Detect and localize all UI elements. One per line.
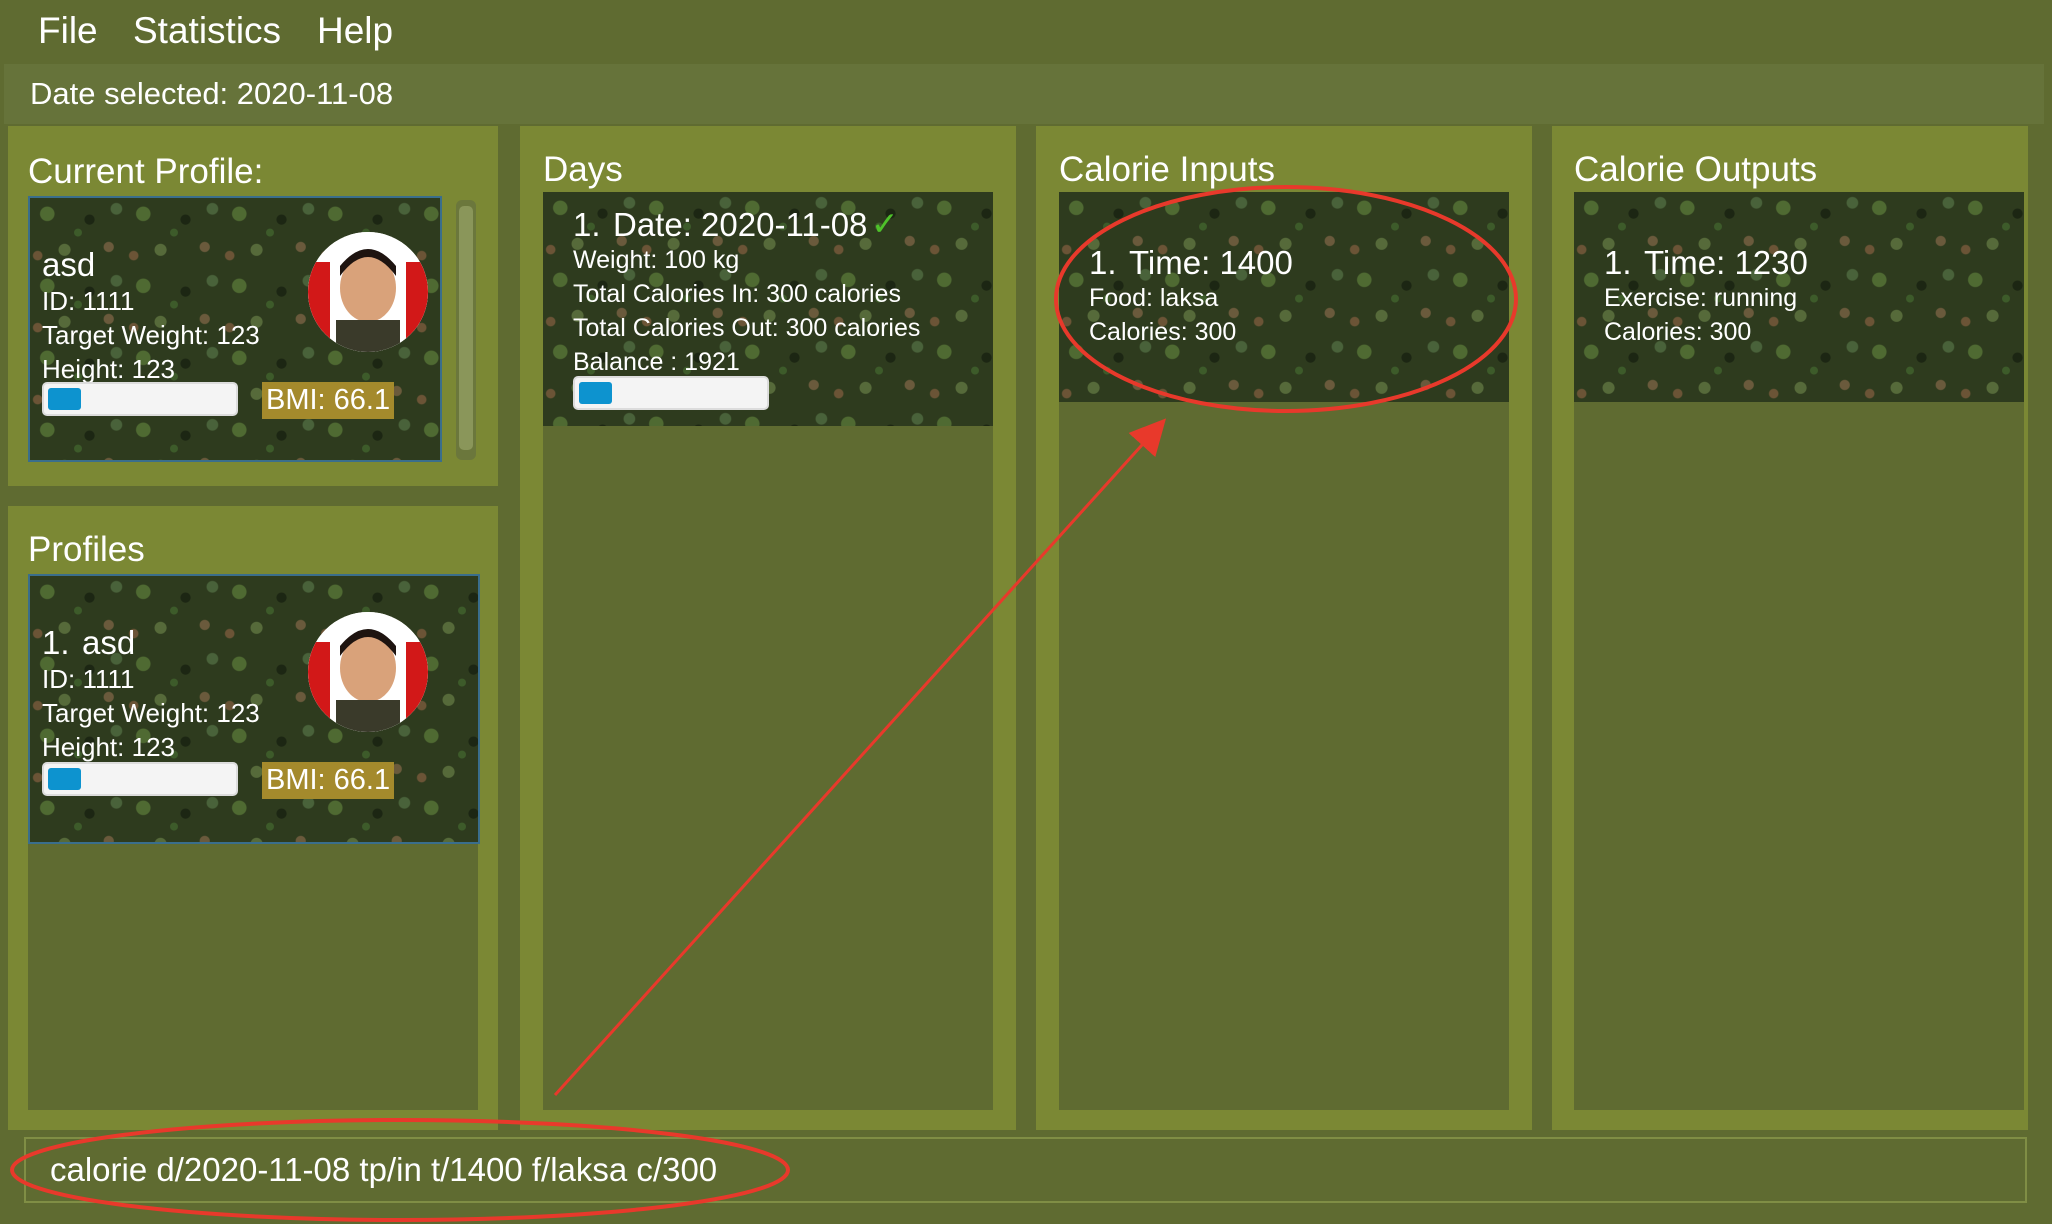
calorie-outputs-title: Calorie Outputs (1574, 150, 1818, 189)
calorie-input-time: Time: 1400 (1129, 244, 1293, 281)
profiles-title: Profiles (28, 530, 145, 569)
profile-target-weight: Target Weight: 123 (42, 320, 260, 350)
menu-statistics[interactable]: Statistics (133, 10, 281, 52)
profile-item-progress-bar (42, 762, 238, 796)
profile-id: ID: 1111 (42, 286, 135, 316)
days-panel: Days 1. Date: 2020-11-08 ✓ Weight: 100 k… (520, 126, 1016, 1130)
day-progress-bar (573, 376, 769, 410)
day-progress-fill (579, 382, 612, 404)
calorie-inputs-list: 1. Time: 1400 Food: laksa Calories: 300 (1059, 192, 1509, 1110)
calorie-inputs-title: Calorie Inputs (1059, 150, 1275, 189)
day-balance: Balance : 1921 (573, 348, 740, 376)
calorie-outputs-list: 1. Time: 1230 Exercise: running Calories… (1574, 192, 2024, 1110)
date-selected-label: Date selected: 2020-11-08 (30, 76, 394, 111)
calorie-input-index: 1. (1089, 244, 1117, 281)
profile-scrollbar-thumb[interactable] (459, 206, 473, 450)
calorie-output-index: 1. (1604, 244, 1632, 281)
calorie-output-item[interactable]: 1. Time: 1230 Exercise: running Calories… (1574, 192, 2024, 402)
calorie-output-exercise: Exercise: running (1604, 284, 1798, 312)
calorie-input-food: Food: laksa (1089, 284, 1219, 312)
profile-item-name: asd (82, 624, 136, 661)
day-calories-in: Total Calories In: 300 calories (573, 280, 901, 308)
profile-item-progress-fill (48, 768, 81, 790)
profile-item-bmi-badge: BMI: 66.1 (262, 762, 395, 799)
calorie-output-time: Time: 1230 (1644, 244, 1808, 281)
current-profile-card[interactable]: asd ID: 1111 Target Weight: 123 Height: … (28, 196, 442, 462)
profile-height: Height: 123 (42, 354, 175, 384)
check-icon: ✓ (871, 205, 899, 242)
profiles-list: 1. asd ID: 1111 Target Weight: 123 Heigh… (28, 574, 480, 1110)
avatar-photo (308, 612, 428, 732)
day-calories-out: Total Calories Out: 300 calories (573, 314, 921, 342)
current-profile-title: Current Profile: (28, 152, 264, 191)
profile-item-target-weight: Target Weight: 123 (42, 698, 260, 728)
profile-progress-fill (48, 388, 81, 410)
calorie-inputs-panel: Calorie Inputs 1. Time: 1400 Food: laksa… (1036, 126, 1532, 1130)
calorie-output-calories: Calories: 300 (1604, 318, 1752, 346)
profiles-panel: Profiles 1. asd ID: 1111 Target Weight: … (8, 506, 498, 1130)
calorie-input-item[interactable]: 1. Time: 1400 Food: laksa Calories: 300 (1059, 192, 1509, 402)
day-list-item[interactable]: 1. Date: 2020-11-08 ✓ Weight: 100 kg Tot… (543, 192, 993, 426)
day-date: Date: 2020-11-08 (613, 206, 868, 243)
bmi-badge: BMI: 66.1 (262, 382, 395, 419)
avatar (308, 612, 428, 732)
current-profile-panel: Current Profile: asd ID: 1111 Target Wei… (8, 126, 498, 486)
profile-item-index: 1. (42, 624, 70, 661)
days-title: Days (543, 150, 623, 189)
menu-bar: File Statistics Help (0, 0, 2052, 64)
avatar-photo (308, 232, 428, 352)
menu-file[interactable]: File (38, 10, 98, 52)
profile-scrollbar[interactable] (456, 200, 476, 460)
avatar (308, 232, 428, 352)
command-input[interactable]: calorie d/2020-11-08 tp/in t/1400 f/laks… (50, 1151, 717, 1189)
profile-name: asd (42, 246, 96, 283)
profile-item-id: ID: 1111 (42, 664, 135, 694)
date-selected-bar: Date selected: 2020-11-08 (4, 64, 2044, 124)
day-weight: Weight: 100 kg (573, 246, 740, 274)
profile-item-height: Height: 123 (42, 732, 175, 762)
days-list: 1. Date: 2020-11-08 ✓ Weight: 100 kg Tot… (543, 192, 993, 1110)
calorie-input-calories: Calories: 300 (1089, 318, 1237, 346)
profile-progress-bar (42, 382, 238, 416)
calorie-outputs-panel: Calorie Outputs 1. Time: 1230 Exercise: … (1552, 126, 2028, 1130)
day-index: 1. (573, 206, 601, 243)
profile-list-item[interactable]: 1. asd ID: 1111 Target Weight: 123 Heigh… (28, 574, 480, 844)
menu-help[interactable]: Help (317, 10, 393, 52)
command-box[interactable]: calorie d/2020-11-08 tp/in t/1400 f/laks… (24, 1137, 2027, 1203)
